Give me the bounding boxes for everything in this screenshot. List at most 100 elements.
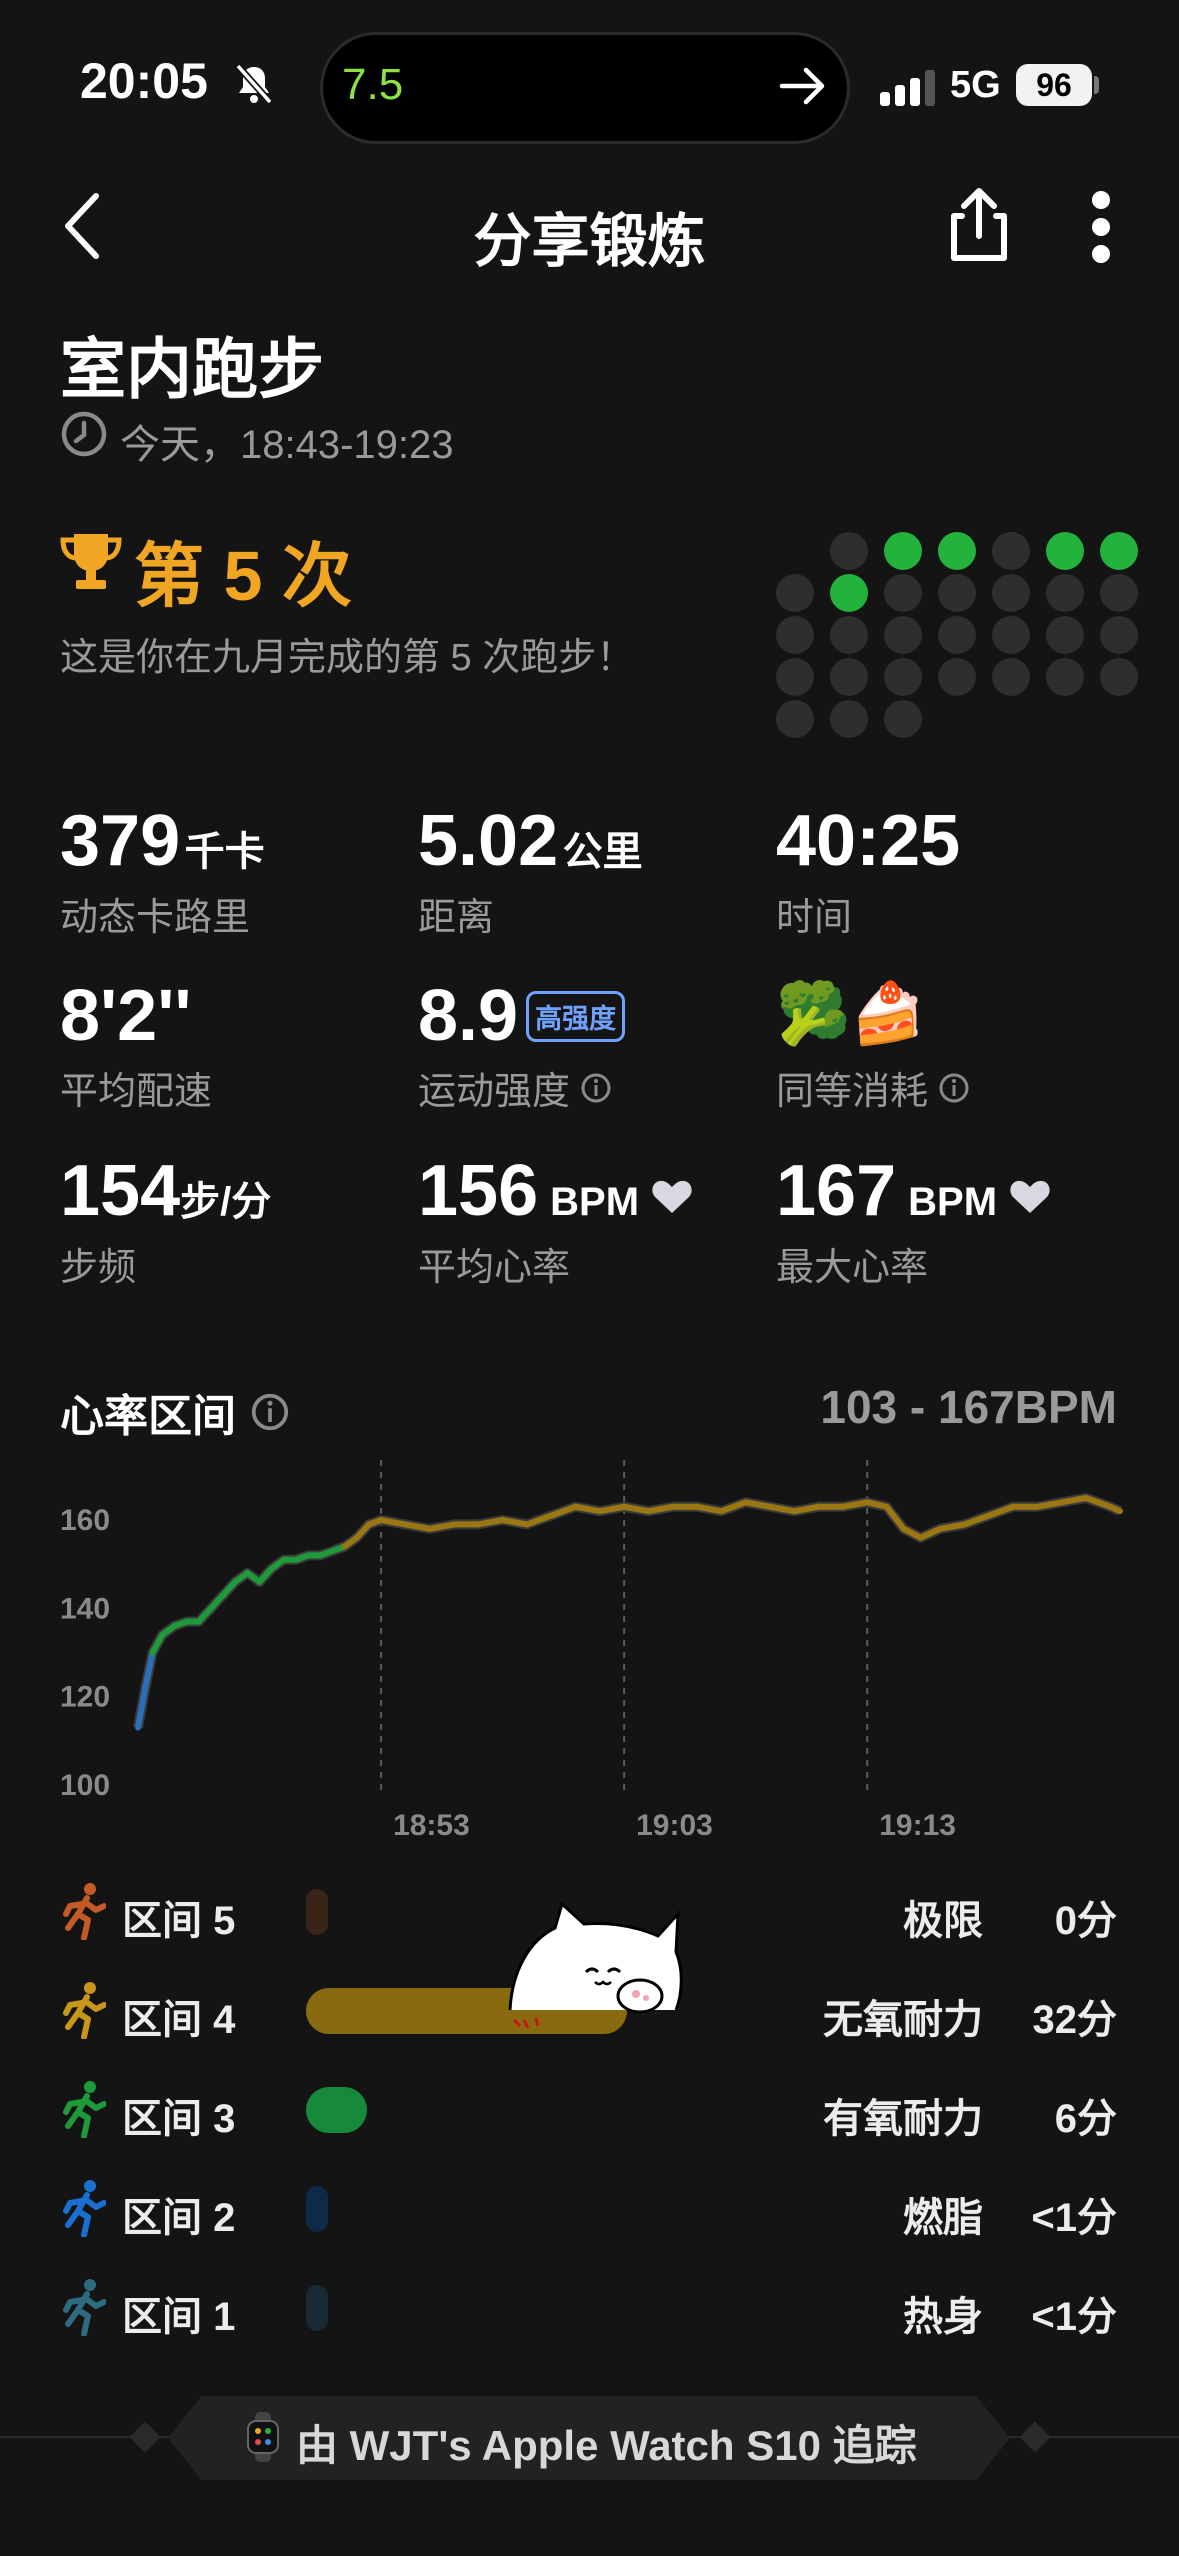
- activity-dot: [830, 616, 868, 654]
- y-tick-label: 160: [60, 1504, 110, 1537]
- stat-max-hr: 167 BPM: [776, 1150, 1051, 1232]
- activity-dot-active: [1046, 532, 1084, 570]
- zone-duration-bar: [306, 2285, 328, 2331]
- hr-series-segment: [961, 1512, 992, 1528]
- activity-dot: [1100, 658, 1138, 696]
- calories-label: 动态卡路里: [60, 897, 251, 939]
- zone-duration-bar: [306, 1889, 328, 1935]
- distance-label: 距离: [418, 897, 495, 939]
- activity-dot: [1046, 574, 1084, 612]
- activity-dot: [938, 658, 976, 696]
- stat-duration: 40:25: [776, 800, 960, 882]
- status-time: 20:05: [80, 53, 208, 109]
- activity-dot: [884, 616, 922, 654]
- intensity-label: 运动强度: [418, 1071, 571, 1113]
- monthly-activity-grid: [776, 532, 1138, 742]
- apple-watch-icon: [247, 2412, 279, 2462]
- duration-label: 时间: [776, 897, 853, 939]
- battery-level: 96: [1016, 64, 1092, 106]
- info-icon: [251, 1393, 289, 1431]
- activity-dot: [992, 574, 1030, 612]
- hr-zone-row: 区间 2 燃脂 <1分: [0, 2169, 1179, 2249]
- stat-avg-hr: 156 BPM: [418, 1150, 693, 1232]
- zone-description: 极限: [903, 1899, 983, 1943]
- zone-duration-bar: [306, 2087, 367, 2133]
- heart-rate-chart: 18:53 19:03 19:13 160 140 120 100: [60, 1460, 1123, 1842]
- max-hr-value: 167: [776, 1151, 897, 1231]
- intensity-label-row[interactable]: 运动强度: [418, 1060, 612, 1115]
- hr-series-segment: [548, 1503, 579, 1519]
- zone-time: 0分: [1054, 1899, 1117, 1943]
- more-options-icon[interactable]: [1090, 190, 1112, 264]
- food-emoji: 🥦🍰: [776, 980, 926, 1047]
- cellular-signal-icon: [880, 70, 935, 106]
- max-hr-label: 最大心率: [776, 1247, 929, 1289]
- activity-dot: [830, 658, 868, 696]
- activity-dot: [830, 700, 868, 738]
- calories-value: 379: [60, 801, 181, 881]
- runner-icon: [60, 2278, 107, 2337]
- battery-tip: [1094, 76, 1099, 94]
- zone-description: 无氧耐力: [823, 1998, 983, 2042]
- trophy-icon: [60, 534, 122, 589]
- activity-dot-active: [830, 574, 868, 612]
- zone-description: 有氧耐力: [823, 2097, 983, 2141]
- x-tick-label: 18:53: [393, 1809, 470, 1842]
- zone-name: 区间 1: [122, 2295, 236, 2339]
- hr-zone-row: 区间 1 热身 <1分: [0, 2268, 1179, 2348]
- activity-dot: [938, 574, 976, 612]
- zone-time: <1分: [1031, 2196, 1117, 2240]
- activity-dot: [776, 616, 814, 654]
- pace-label: 平均配速: [60, 1071, 213, 1113]
- activity-dot-active: [938, 532, 976, 570]
- heart-icon: [1010, 1180, 1050, 1213]
- runner-icon: [60, 1882, 107, 1941]
- zone-time: <1分: [1031, 2295, 1117, 2339]
- activity-dot: [992, 658, 1030, 696]
- clock-icon: [61, 411, 107, 457]
- y-tick-label: 140: [60, 1592, 110, 1625]
- activity-dot-active: [1100, 532, 1138, 570]
- activity-dot: [776, 658, 814, 696]
- activity-dot: [992, 532, 1030, 570]
- hr-zone-title: 心率区间: [60, 1392, 236, 1441]
- info-icon: [939, 1073, 969, 1102]
- runner-icon: [60, 2080, 107, 2139]
- share-icon[interactable]: [944, 184, 1014, 264]
- activity-dot: [1046, 658, 1084, 696]
- max-hr-unit: BPM: [908, 1180, 998, 1224]
- y-tick-label: 100: [60, 1769, 110, 1802]
- hr-zone-header[interactable]: 心率区间: [60, 1380, 290, 1444]
- activity-dot-active: [884, 532, 922, 570]
- activity-dot: [1100, 574, 1138, 612]
- distance-unit: 公里: [562, 830, 643, 874]
- equivalent-label-row[interactable]: 同等消耗: [776, 1060, 970, 1115]
- stat-pace: 8'2'': [60, 975, 191, 1057]
- activity-dot: [884, 574, 922, 612]
- activity-dot: [1100, 616, 1138, 654]
- workout-title: 室内跑步: [60, 332, 324, 406]
- stat-distance: 5.02 公里: [418, 800, 643, 882]
- avg-hr-label: 平均心率: [418, 1247, 571, 1289]
- stat-equivalent: 🥦🍰: [776, 978, 925, 1049]
- hr-series-segment: [1107, 1503, 1123, 1515]
- runner-icon: [60, 2179, 107, 2238]
- cat-sticker: [508, 1901, 683, 2029]
- footer-diamond-right: [1019, 2421, 1051, 2453]
- heart-icon: [652, 1180, 692, 1213]
- calories-unit: 千卡: [184, 830, 265, 874]
- bell-off-icon: [235, 63, 273, 105]
- hr-series-segment: [149, 1631, 166, 1656]
- hr-series-segment: [917, 1525, 944, 1541]
- stat-intensity: 8.9 高强度: [418, 975, 626, 1057]
- x-tick-label: 19:13: [879, 1809, 956, 1842]
- stat-cadence: 154步/分: [60, 1150, 271, 1232]
- hr-series-segment: [135, 1684, 149, 1731]
- hr-series-segment: [718, 1499, 749, 1515]
- activity-dot: [938, 616, 976, 654]
- cadence-label: 步频: [60, 1247, 137, 1289]
- x-tick-label: 19:03: [636, 1809, 713, 1842]
- intensity-badge: 高强度: [526, 990, 626, 1042]
- arrow-right-icon: [779, 67, 825, 105]
- hr-range: 103 - 167BPM: [820, 1381, 1117, 1433]
